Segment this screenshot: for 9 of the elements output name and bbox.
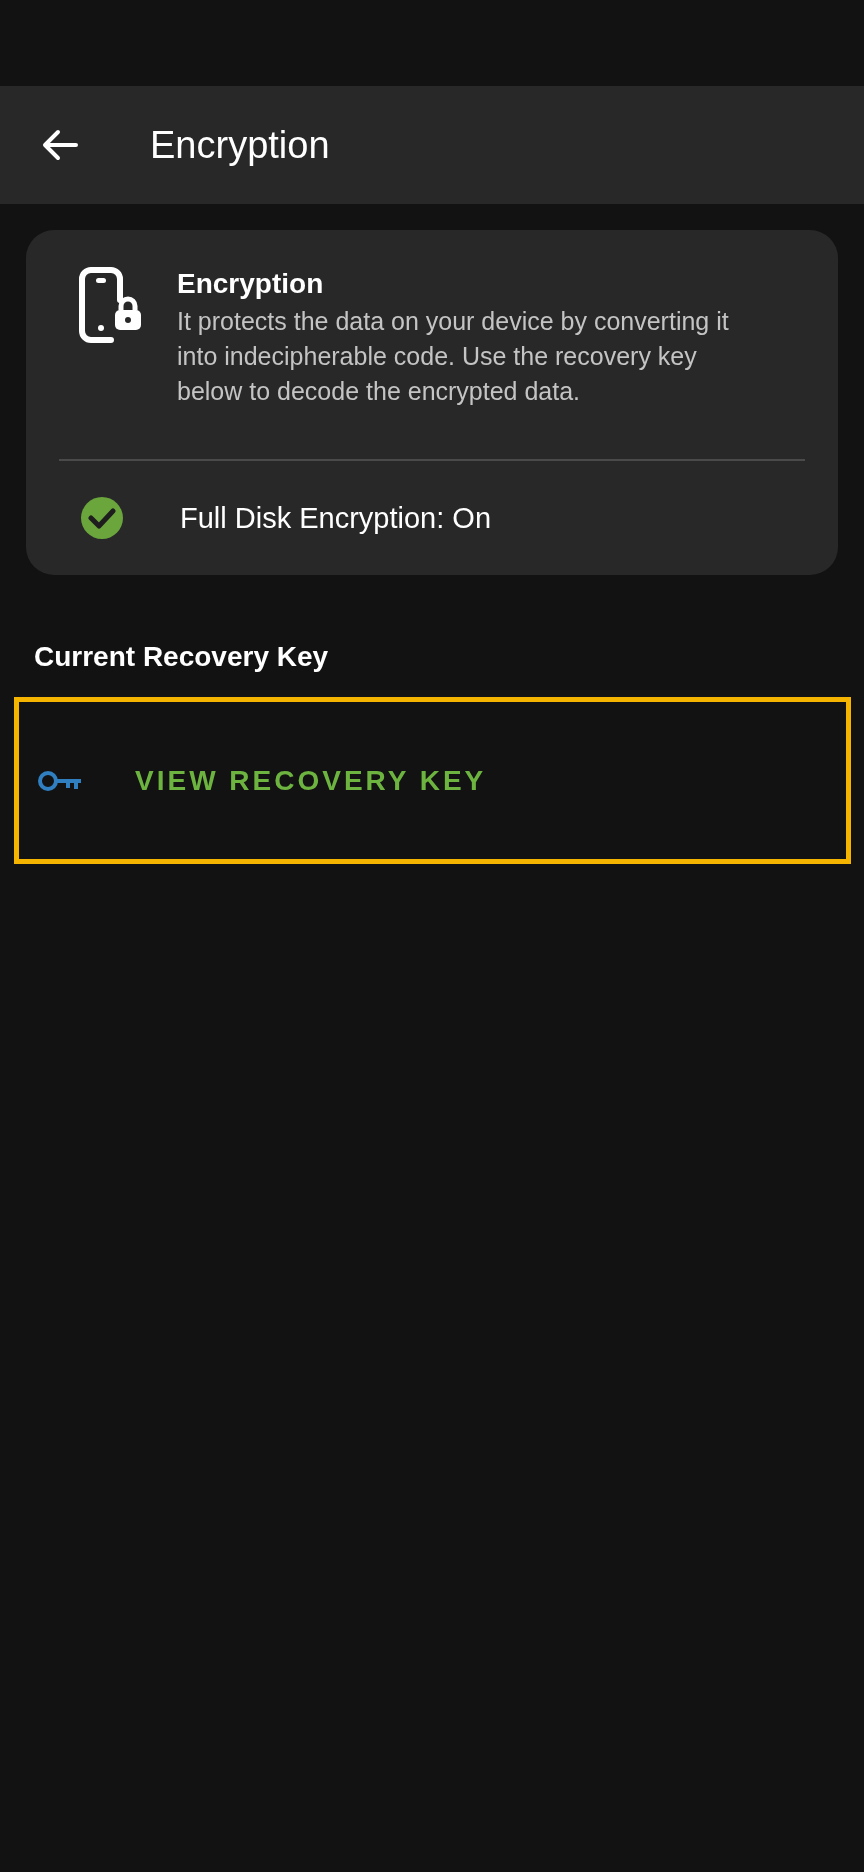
screen-title: Encryption xyxy=(150,123,330,167)
back-arrow-icon xyxy=(42,129,78,161)
encryption-status: Full Disk Encryption: On xyxy=(180,501,492,535)
view-recovery-key-button[interactable]: VIEW RECOVERY KEY xyxy=(14,697,851,864)
card-title: Encryption xyxy=(177,268,325,300)
section-title: Current Recovery Key xyxy=(34,641,330,673)
phone-lock-icon xyxy=(77,266,141,344)
key-icon xyxy=(37,768,83,793)
card-description: It protects the data on your device by converting it into indecipherable code. Use the recovery key below to decode the encrypted data. xyxy=(177,306,730,407)
